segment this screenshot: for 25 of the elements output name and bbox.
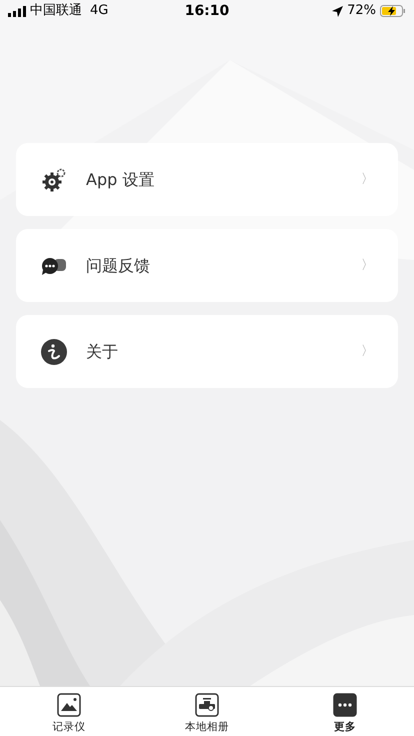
chevron-icon: 〉 [361,342,374,362]
battery-percent: 72% [347,2,376,20]
menu-item[interactable]: 问题反馈 〉 [16,229,398,302]
gear-icon [42,168,66,192]
signal-icon [8,6,26,16]
more-icon [333,693,357,717]
tab[interactable]: 更多 [295,687,395,736]
chevron-icon: 〉 [361,256,374,276]
tab[interactable]: 本地相册 [157,687,257,736]
chat-bubbles-icon [41,256,67,274]
menu-label: 问题反馈 [86,254,151,276]
info-icon [41,338,67,364]
menu-item[interactable]: App 设置 〉 [16,143,398,216]
image-icon [57,693,81,717]
dashcam-icon [195,693,219,717]
menu-label: App 设置 [86,168,156,190]
network-text: 4G [90,2,108,20]
carrier-text: 中国联通 [30,2,82,20]
chevron-icon: 〉 [361,170,374,190]
location-icon [332,6,344,16]
clock-text: 16:10 [184,2,230,18]
menu-item[interactable]: 关于 〉 [16,315,398,388]
battery-icon [380,5,406,17]
menu-label: 关于 [86,340,119,362]
tab[interactable]: 记录仪 [19,687,119,736]
